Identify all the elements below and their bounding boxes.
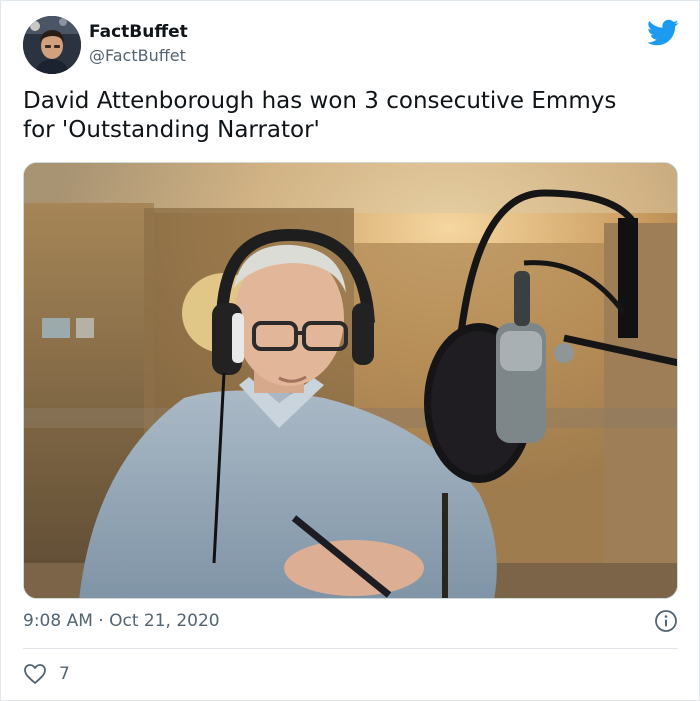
user-handle[interactable]: @FactBuffet <box>89 46 186 65</box>
tweet-text: David Attenborough has won 3 consecutive… <box>23 88 617 143</box>
info-icon[interactable] <box>654 609 678 633</box>
like-count: 7 <box>59 664 70 684</box>
twitter-bird-icon[interactable] <box>647 19 679 47</box>
avatar-image <box>23 16 81 74</box>
photo-recording-studio <box>24 163 677 598</box>
heart-icon <box>24 664 46 684</box>
display-name[interactable]: FactBuffet <box>89 22 188 42</box>
tweet-timestamp[interactable]: 9:08 AM · Oct 21, 2020 <box>23 611 220 631</box>
avatar[interactable] <box>23 16 81 74</box>
like-button[interactable]: 7 <box>23 663 70 685</box>
tweet-photo[interactable] <box>23 162 678 599</box>
divider <box>23 648 678 649</box>
tweet-card: FactBuffet @FactBuffet David Attenboroug… <box>0 0 700 701</box>
